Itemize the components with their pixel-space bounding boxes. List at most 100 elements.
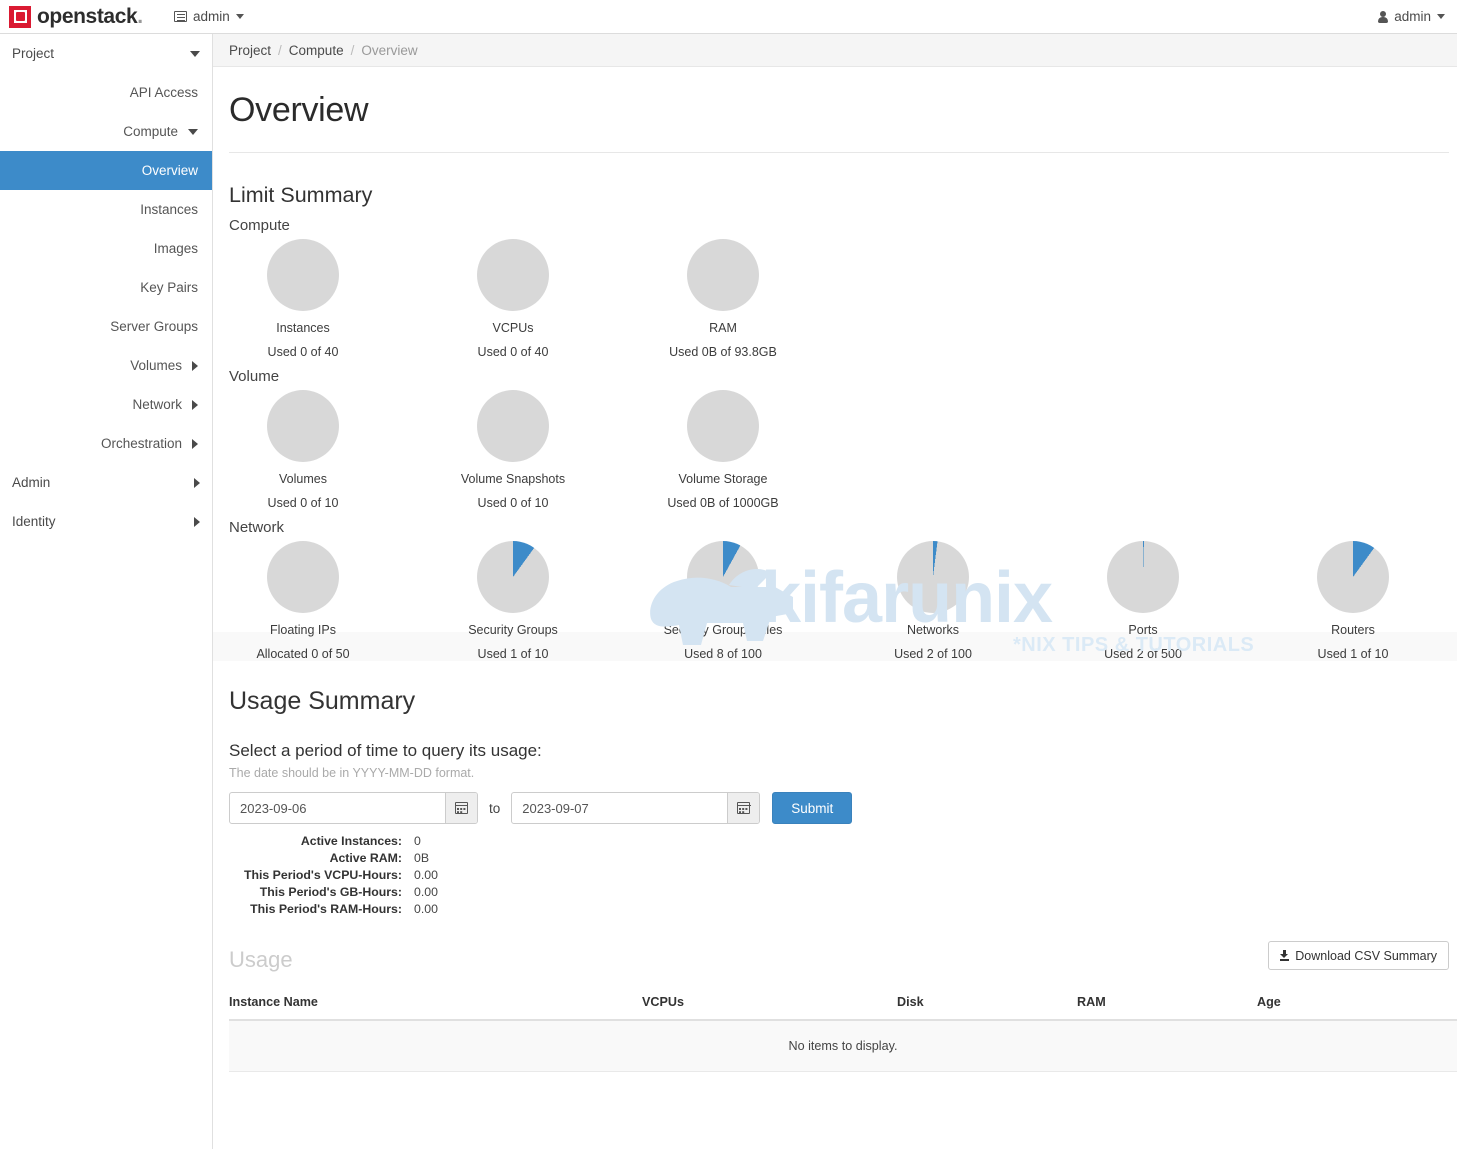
chevron-right-icon [192, 361, 198, 371]
usage-column-header[interactable]: RAM [1077, 987, 1257, 1020]
chart-usage-text: Used 1 of 10 [433, 647, 593, 661]
date-to-calendar-button[interactable] [727, 793, 759, 823]
top-navbar: openstack. admin admin [0, 0, 1457, 34]
limit-chart-row: Floating IPsAllocated 0 of 50Security Gr… [213, 536, 1457, 661]
sidebar-item-identity[interactable]: Identity [0, 502, 212, 541]
limit-summary-groups: ComputeInstancesUsed 0 of 40VCPUsUsed 0 … [213, 208, 1457, 661]
limit-chart-row: Volumes Used 0 of 10 Volume Snapshots Used … [213, 385, 1457, 510]
sidebar-item-label: Project [12, 46, 54, 61]
chart-label: Volumes [223, 472, 383, 486]
sidebar-item-instances[interactable]: Instances [0, 190, 212, 229]
sidebar-item-label: Identity [12, 514, 56, 529]
chevron-right-icon [192, 439, 198, 449]
limit-chart-routers: RoutersUsed 1 of 10 [1273, 536, 1433, 661]
brand-name: openstack. [37, 5, 143, 29]
sidebar-item-compute[interactable]: Compute [0, 112, 212, 151]
usage-stat-value: 0.00 [414, 902, 438, 916]
usage-stat-value: 0B [414, 851, 429, 865]
sidebar-item-network[interactable]: Network [0, 385, 212, 424]
chevron-down-icon [190, 51, 200, 57]
usage-stat-row: Active RAM:0B [229, 851, 1457, 868]
sidebar-item-orchestration[interactable]: Orchestration [0, 424, 212, 463]
chart-label: RAM [643, 321, 803, 335]
breadcrumb-separator: / [351, 43, 355, 58]
breadcrumb: Project / Compute / Overview [213, 34, 1457, 67]
limit-chart-ports: PortsUsed 2 of 500 [1063, 536, 1223, 661]
pie-chart [477, 390, 549, 462]
chart-usage-text: Used 2 of 100 [853, 647, 1013, 661]
download-icon [1280, 950, 1289, 961]
date-to-field[interactable] [511, 792, 760, 824]
breadcrumb-item-compute[interactable]: Compute [289, 43, 344, 58]
usage-summary-section: Usage Summary Select a period of time to… [213, 661, 1457, 1072]
limit-chart-row: InstancesUsed 0 of 40VCPUsUsed 0 of 40RA… [213, 234, 1457, 359]
chevron-right-icon [194, 478, 200, 488]
usage-query-help: The date should be in YYYY-MM-DD format. [213, 761, 1457, 780]
usage-stat-row: This Period's VCPU-Hours:0.00 [229, 868, 1457, 885]
sidebar-item-label: API Access [130, 85, 198, 100]
usage-stat-row: This Period's GB-Hours:0.00 [229, 885, 1457, 902]
list-icon [174, 11, 187, 22]
chevron-down-icon [236, 14, 244, 19]
sidebar-item-overview[interactable]: Overview [0, 151, 212, 190]
date-range-to-label: to [489, 801, 500, 816]
user-menu[interactable]: admin [1378, 9, 1445, 24]
limit-chart-instances: InstancesUsed 0 of 40 [223, 234, 383, 359]
user-menu-label: admin [1394, 9, 1431, 24]
sidebar-item-volumes[interactable]: Volumes [0, 346, 212, 385]
chevron-right-icon [192, 400, 198, 410]
usage-stat-value: 0 [414, 834, 421, 848]
usage-column-header[interactable]: Instance Name [229, 987, 642, 1020]
usage-stat-key: This Period's VCPU-Hours: [229, 868, 414, 882]
limit-chart-ram: RAMUsed 0B of 93.8GB [643, 234, 803, 359]
usage-table-empty-row: No items to display. [229, 1020, 1457, 1072]
sidebar-item-server-groups[interactable]: Server Groups [0, 307, 212, 346]
chart-usage-text: Used 0 of 10 [223, 496, 383, 510]
chart-label: Security Groups [433, 623, 593, 637]
usage-column-header[interactable]: VCPUs [642, 987, 897, 1020]
chart-usage-text: Used 0B of 1000GB [643, 496, 803, 510]
sidebar-nav: Project API Access Compute Overview Instance… [0, 34, 213, 1149]
usage-column-header[interactable]: Disk [897, 987, 1077, 1020]
submit-button[interactable]: Submit [772, 792, 852, 824]
usage-stat-key: This Period's GB-Hours: [229, 885, 414, 899]
sidebar-item-project[interactable]: Project [0, 34, 212, 73]
sidebar-item-key-pairs[interactable]: Key Pairs [0, 268, 212, 307]
pie-chart [267, 541, 339, 613]
chart-usage-text: Allocated 0 of 50 [223, 647, 383, 661]
chart-label: Volume Snapshots [433, 472, 593, 486]
download-csv-summary-button[interactable]: Download CSV Summary [1268, 941, 1449, 970]
date-from-input[interactable] [230, 793, 445, 823]
date-from-calendar-button[interactable] [445, 793, 477, 823]
sidebar-item-api-access[interactable]: API Access [0, 73, 212, 112]
sidebar-item-label: Orchestration [101, 436, 182, 451]
pie-chart [1107, 541, 1179, 613]
sidebar-item-admin[interactable]: Admin [0, 463, 212, 502]
usage-stat-value: 0.00 [414, 885, 438, 899]
sidebar-item-label: Overview [142, 163, 198, 178]
pie-chart [267, 390, 339, 462]
chart-usage-text: Used 0 of 40 [223, 345, 383, 359]
usage-table: Instance NameVCPUsDiskRAMAge No items to… [229, 987, 1457, 1072]
breadcrumb-item-project[interactable]: Project [229, 43, 271, 58]
chevron-down-icon [188, 129, 198, 135]
chart-label: Security Group Rules [643, 623, 803, 637]
chart-label: Routers [1273, 623, 1433, 637]
pie-chart [687, 390, 759, 462]
page-title: Overview [213, 67, 1457, 152]
project-switcher[interactable]: admin [174, 9, 244, 24]
sidebar-item-label: Instances [140, 202, 198, 217]
date-to-input[interactable] [512, 793, 727, 823]
limit-summary-heading: Limit Summary [213, 153, 1457, 208]
chart-usage-text: Used 2 of 500 [1063, 647, 1223, 661]
openstack-logo[interactable]: openstack. [0, 5, 160, 29]
usage-column-header[interactable]: Age [1257, 987, 1457, 1020]
sidebar-item-images[interactable]: Images [0, 229, 212, 268]
breadcrumb-item-overview: Overview [361, 43, 417, 58]
sidebar-item-label: Server Groups [110, 319, 198, 334]
chart-label: VCPUs [433, 321, 593, 335]
limit-chart-vcpus: VCPUsUsed 0 of 40 [433, 234, 593, 359]
date-from-field[interactable] [229, 792, 478, 824]
limit-group-heading-compute: Compute [213, 208, 1457, 234]
sidebar-item-label: Key Pairs [140, 280, 198, 295]
